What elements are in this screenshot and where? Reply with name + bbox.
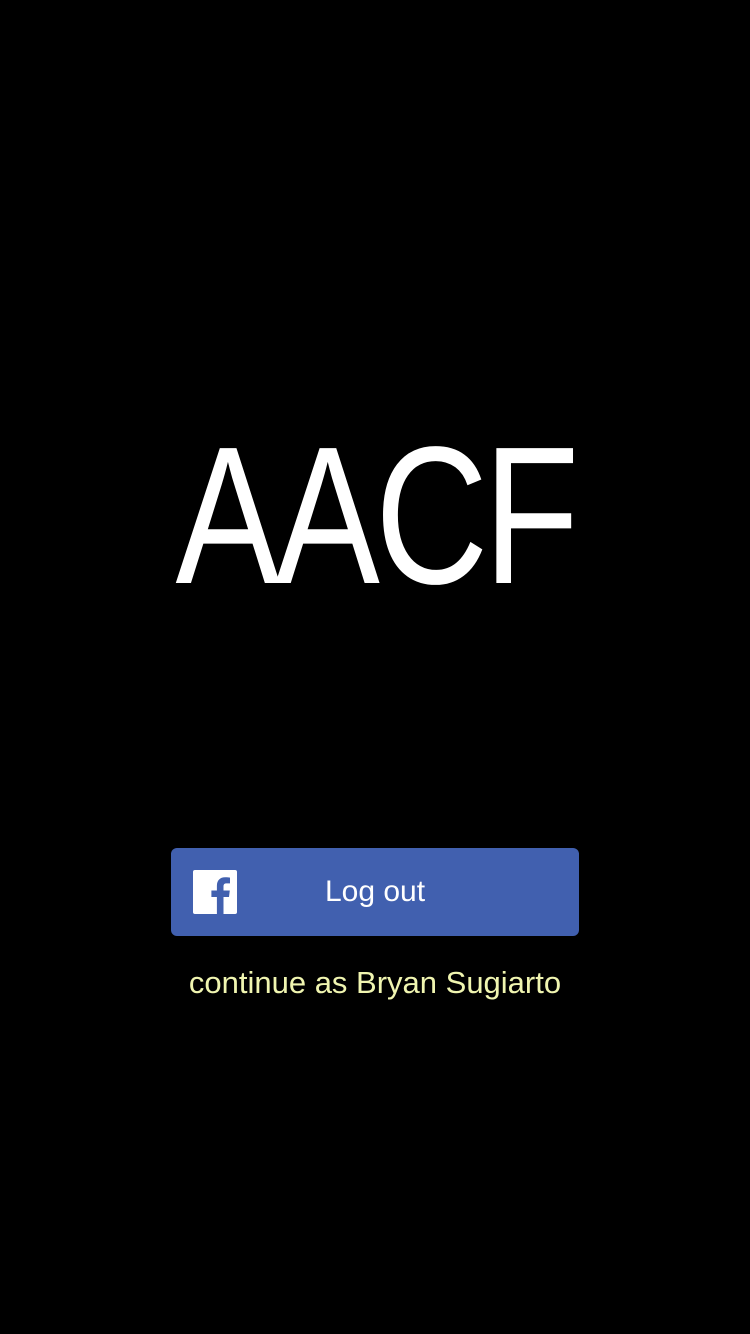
facebook-logout-button[interactable]: Log out <box>171 848 579 936</box>
logout-button-label: Log out <box>324 875 426 908</box>
app-logo: AACF <box>175 406 580 625</box>
login-screen: AACF Log out continue as Bryan Sugiarto <box>0 0 750 1334</box>
continue-as-user-link[interactable]: continue as Bryan Sugiarto <box>0 962 750 1004</box>
